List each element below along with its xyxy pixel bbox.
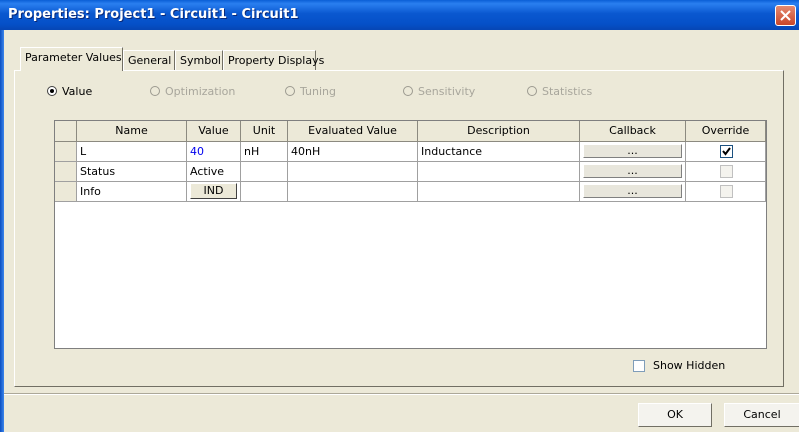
separator — [4, 393, 799, 395]
radio-dot — [403, 86, 413, 96]
cell-value[interactable]: Active — [187, 162, 241, 182]
radio-tuning[interactable]: Tuning — [285, 84, 336, 98]
tab-property-displays[interactable]: Property Displays — [223, 50, 324, 70]
radio-value[interactable]: Value — [47, 84, 92, 98]
cell-unit[interactable] — [241, 162, 288, 182]
radio-dot — [285, 86, 295, 96]
show-hidden-checkbox[interactable] — [633, 360, 645, 372]
radio-dot — [150, 86, 160, 96]
cell-description — [418, 182, 580, 202]
radio-optimization[interactable]: Optimization — [150, 84, 235, 98]
cell-callback: ... — [580, 182, 686, 202]
ok-button[interactable]: OK — [638, 403, 712, 427]
tab-label: Symbol — [180, 54, 221, 67]
cell-name[interactable]: Status — [77, 162, 187, 182]
parameter-grid[interactable]: Name Value Unit Evaluated Value Descript… — [54, 120, 767, 349]
cell-description — [418, 162, 580, 182]
ind-button[interactable]: IND — [190, 183, 237, 199]
tab-label: Parameter Values — [25, 51, 122, 64]
cell-evaluated-value — [288, 162, 418, 182]
cell-callback: ... — [580, 162, 686, 182]
cell-evaluated-value: 40nH — [288, 142, 418, 162]
cell-unit[interactable] — [241, 182, 288, 202]
column-header-callback[interactable]: Callback — [580, 121, 686, 142]
title-bar[interactable]: Properties: Project1 - Circuit1 - Circui… — [0, 0, 799, 30]
column-header-description[interactable]: Description — [418, 121, 580, 142]
table-row: Info IND ... — [55, 182, 766, 202]
cell-unit[interactable]: nH — [241, 142, 288, 162]
close-icon — [780, 10, 791, 21]
header-corner — [55, 121, 77, 142]
tab-label: Property Displays — [228, 54, 325, 67]
tab-symbol[interactable]: Symbol — [175, 50, 223, 70]
cell-name[interactable]: L — [77, 142, 187, 162]
radio-dot — [527, 86, 537, 96]
override-checkbox[interactable] — [720, 145, 733, 158]
callback-button[interactable]: ... — [583, 184, 682, 198]
callback-button[interactable]: ... — [583, 164, 682, 178]
table-row: Status Active ... — [55, 162, 766, 182]
override-checkbox[interactable] — [720, 185, 733, 198]
radio-label: Tuning — [300, 84, 337, 98]
cancel-button[interactable]: Cancel — [724, 403, 799, 427]
show-hidden-label: Show Hidden — [653, 359, 726, 372]
cell-value: IND — [187, 182, 241, 202]
window-title: Properties: Project1 - Circuit1 - Circui… — [8, 7, 299, 22]
tab-general[interactable]: General — [123, 50, 175, 70]
radio-label: Optimization — [165, 84, 236, 98]
table-row: L 40 nH 40nH Inductance ... — [55, 142, 766, 162]
column-header-override[interactable]: Override — [686, 121, 766, 142]
override-checkbox[interactable] — [720, 165, 733, 178]
row-selector[interactable] — [55, 182, 77, 202]
tab-parameter-values[interactable]: Parameter Values — [20, 47, 123, 71]
grid-header: Name Value Unit Evaluated Value Descript… — [55, 121, 766, 142]
radio-sensitivity[interactable]: Sensitivity — [403, 84, 475, 98]
column-header-name[interactable]: Name — [77, 121, 187, 142]
cell-override — [686, 182, 766, 202]
close-button[interactable] — [775, 5, 796, 26]
window-frame — [0, 30, 4, 432]
row-selector[interactable] — [55, 142, 77, 162]
column-header-unit[interactable]: Unit — [241, 121, 288, 142]
cell-description: Inductance — [418, 142, 580, 162]
column-header-evaluated-value[interactable]: Evaluated Value — [288, 121, 418, 142]
checkmark-icon — [722, 147, 731, 156]
radio-label: Statistics — [542, 84, 593, 98]
radio-label: Value — [62, 84, 93, 98]
cell-override — [686, 162, 766, 182]
callback-button[interactable]: ... — [583, 144, 682, 158]
radio-dot — [47, 86, 57, 96]
cell-name[interactable]: Info — [77, 182, 187, 202]
radio-statistics[interactable]: Statistics — [527, 84, 592, 98]
row-selector[interactable] — [55, 162, 77, 182]
cell-callback: ... — [580, 142, 686, 162]
column-header-value[interactable]: Value — [187, 121, 241, 142]
radio-label: Sensitivity — [418, 84, 476, 98]
cell-evaluated-value — [288, 182, 418, 202]
tab-label: General — [128, 54, 172, 67]
cell-override — [686, 142, 766, 162]
cell-value[interactable]: 40 — [187, 142, 241, 162]
